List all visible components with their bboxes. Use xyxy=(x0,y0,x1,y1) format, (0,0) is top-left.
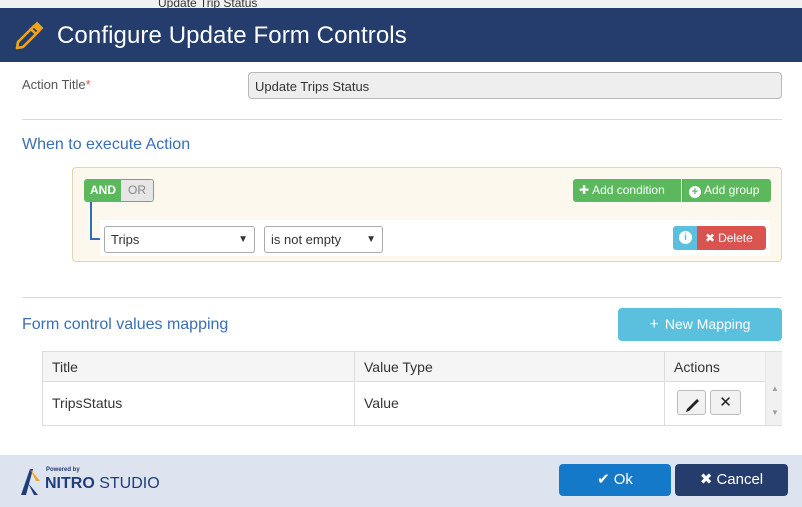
dialog-header: Configure Update Form Controls xyxy=(0,8,802,62)
condition-builder: AND OR ✚ Add condition + Add group Trips ▼… xyxy=(72,167,782,262)
operator-select-value: is not empty xyxy=(271,232,342,247)
when-section-heading: When to execute Action xyxy=(22,136,191,153)
pencil-icon xyxy=(15,21,44,50)
rule-info-button[interactable]: i xyxy=(673,226,697,250)
info-icon: i xyxy=(679,231,692,244)
cancel-button[interactable]: ✖ Cancel xyxy=(675,464,788,496)
field-select[interactable]: Trips ▼ xyxy=(104,226,255,253)
logo-brand-rest: STUDIO xyxy=(94,475,160,492)
divider xyxy=(22,297,782,298)
dialog-footer: Powered by NITRO STUDIO ✔ Ok ✖ Cancel xyxy=(0,455,802,507)
table-row: TripsStatus Value xyxy=(43,382,765,425)
close-icon: ✖ xyxy=(705,231,716,245)
logo-mark-icon xyxy=(21,469,40,495)
field-select-value: Trips xyxy=(111,232,140,247)
close-icon: ✖ xyxy=(699,471,713,488)
delete-label: Delete xyxy=(718,231,753,245)
add-condition-button[interactable]: ✚ Add condition xyxy=(573,179,681,202)
cell-title: TripsStatus xyxy=(43,382,355,425)
plus-icon: + xyxy=(649,316,659,333)
logo-brand: NITRO STUDIO xyxy=(45,475,160,493)
scroll-down-icon[interactable]: ▼ xyxy=(771,408,779,417)
column-header-title: Title xyxy=(43,352,355,382)
logo-powered-by: Powered by xyxy=(46,467,80,473)
add-group-label: Add group xyxy=(704,183,760,197)
table-scrollbar[interactable]: ▲ ▼ xyxy=(765,352,782,425)
edit-mapping-button[interactable] xyxy=(677,390,706,415)
cell-value-type: Value xyxy=(355,382,665,425)
chevron-down-icon: ▼ xyxy=(366,234,376,245)
action-title-label-text: Action Title xyxy=(22,77,86,92)
new-mapping-button[interactable]: + New Mapping xyxy=(618,308,782,341)
add-group-button[interactable]: + Add group xyxy=(682,179,771,202)
dialog-title: Configure Update Form Controls xyxy=(57,22,407,49)
operator-select[interactable]: is not empty ▼ xyxy=(264,226,383,253)
add-condition-label: Add condition xyxy=(592,183,665,197)
divider xyxy=(22,119,782,120)
configure-dialog: Configure Update Form Controls Action Ti… xyxy=(0,8,802,507)
scroll-up-icon[interactable]: ▲ xyxy=(771,384,779,393)
condition-rule: Trips ▼ is not empty ▼ xyxy=(100,220,770,256)
new-mapping-label: New Mapping xyxy=(664,316,751,332)
mapping-table: Title Value Type Actions TripsStatus Val… xyxy=(42,351,782,426)
check-icon: ✔ xyxy=(597,471,610,488)
chevron-down-icon: ▼ xyxy=(238,234,248,245)
nitro-studio-logo: Powered by NITRO STUDIO xyxy=(18,465,178,499)
logo-brand-bold: NITRO xyxy=(45,475,95,492)
ok-button[interactable]: ✔ Ok xyxy=(559,464,671,496)
and-button[interactable]: AND xyxy=(85,180,121,201)
or-button[interactable]: OR xyxy=(121,180,153,201)
close-icon: ✕ xyxy=(719,394,732,411)
and-or-toggle: AND OR xyxy=(84,179,154,202)
delete-rule-button[interactable]: ✖ Delete xyxy=(697,226,766,250)
table-header: Title Value Type Actions xyxy=(43,352,765,382)
delete-mapping-button[interactable]: ✕ xyxy=(710,390,741,415)
mapping-section-heading: Form control values mapping xyxy=(22,316,229,333)
pencil-icon xyxy=(686,399,699,412)
action-title-input[interactable]: Update Trips Status xyxy=(248,72,782,99)
ok-label: Ok xyxy=(613,471,633,488)
action-title-label: Action Title* xyxy=(22,77,91,92)
plus-icon: ✚ xyxy=(579,183,590,197)
required-mark: * xyxy=(85,77,91,92)
column-header-value-type: Value Type xyxy=(355,352,665,382)
cancel-label: Cancel xyxy=(716,471,764,488)
column-header-actions: Actions xyxy=(674,359,720,375)
circle-plus-icon: + xyxy=(689,186,701,198)
